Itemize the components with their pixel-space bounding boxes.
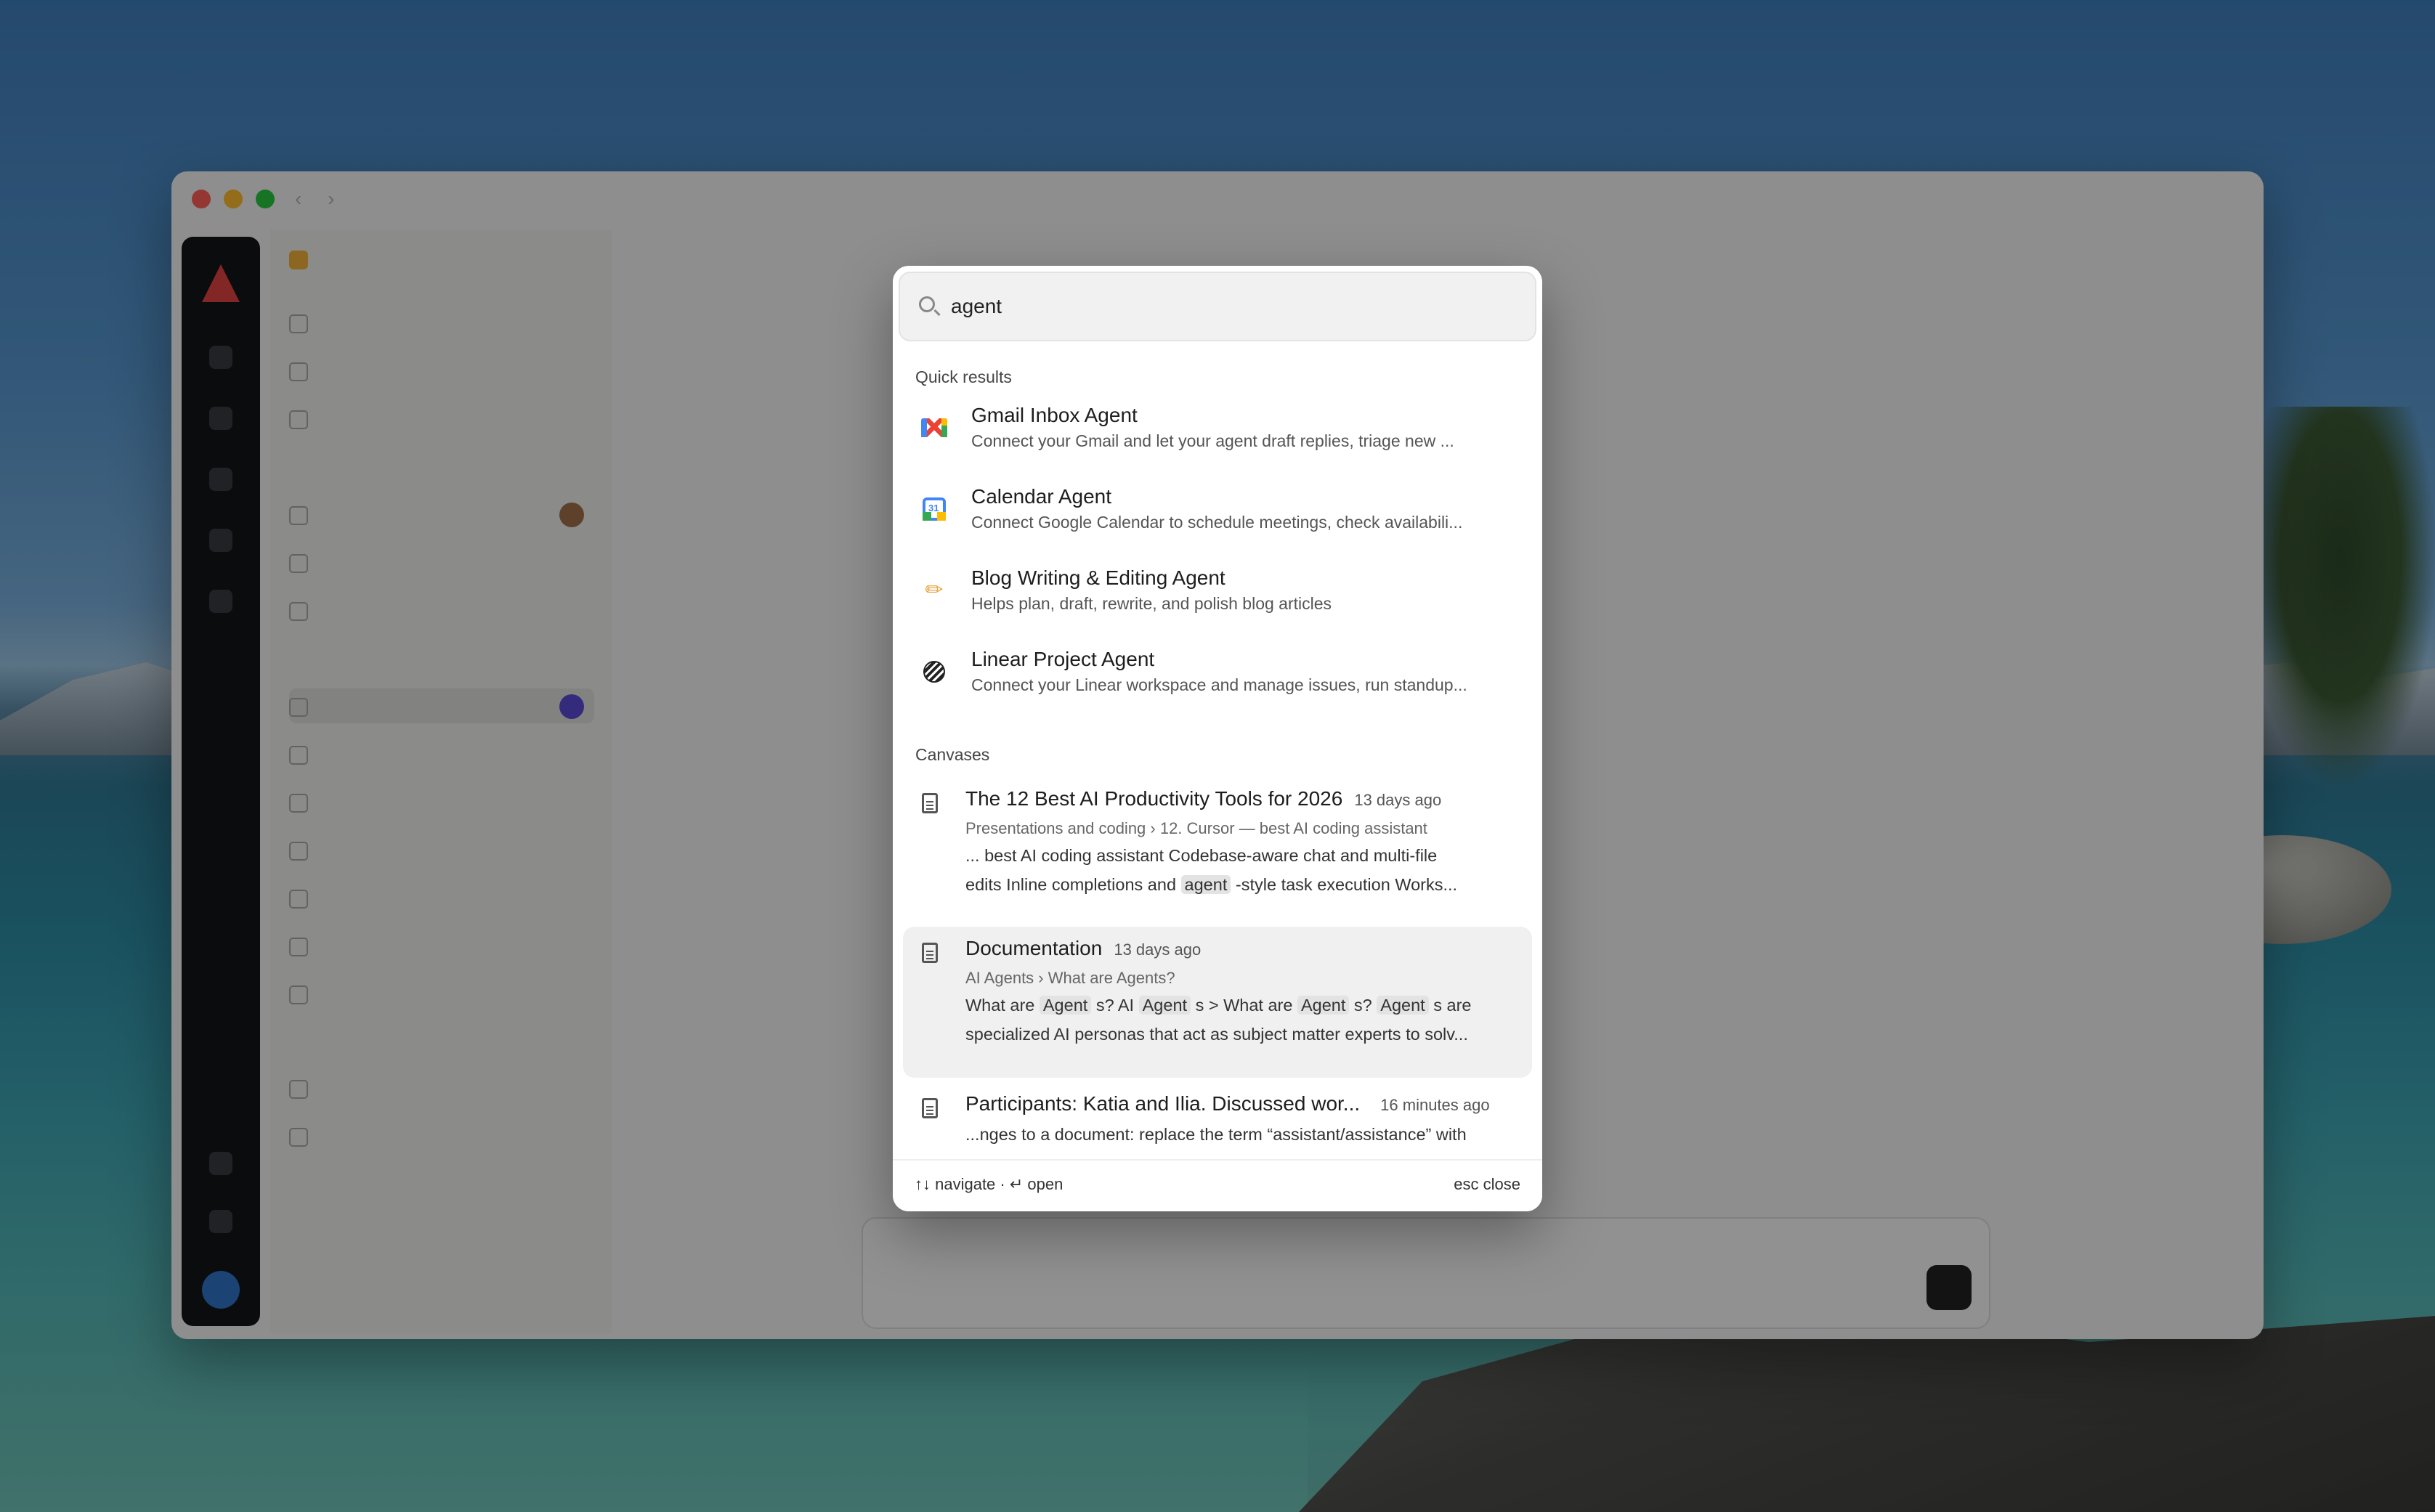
quick-result-gmail-agent[interactable]: Gmail Inbox Agent Connect your Gmail and…	[903, 395, 1532, 471]
search-highlight: agent	[1180, 875, 1231, 894]
canvas-snippet: specialized AI personas that act as subj…	[965, 1025, 1468, 1044]
canvas-snippet: ...nges to a document: replace the term …	[965, 1125, 1467, 1144]
canvas-timestamp: 16 minutes ago	[1380, 1096, 1490, 1114]
canvas-result-selected[interactable]: Documentation 13 days ago AI Agents › Wha…	[903, 927, 1532, 1078]
canvas-snippet: What are Agent s? AI Agent s > What are …	[965, 996, 1472, 1015]
palette-footer: ↑↓ navigate · ↵ open esc close	[893, 1159, 1542, 1211]
canvas-timestamp: 13 days ago	[1354, 791, 1442, 809]
canvas-timestamp: 13 days ago	[1114, 940, 1202, 959]
calendar-icon: 31	[920, 495, 948, 523]
search-palette: Quick results Gmail Inbox Agent Connect …	[893, 266, 1542, 1211]
quick-result-linear-agent[interactable]: Linear Project Agent Connect your Linear…	[903, 639, 1532, 715]
canvas-title: Participants: Katia and Ilia. Discussed …	[965, 1092, 1490, 1115]
canvas-title: The 12 Best AI Productivity Tools for 20…	[965, 787, 1442, 810]
keyboard-hints: ↑↓ navigate · ↵ open	[915, 1175, 1063, 1193]
linear-icon	[920, 658, 948, 686]
canvas-path: AI Agents › What are Agents?	[965, 969, 1175, 987]
esc-close-hint[interactable]: esc close	[1454, 1175, 1520, 1194]
search-icon	[919, 296, 935, 312]
quick-results-label: Quick results	[915, 367, 1012, 386]
quick-result-description: Connect your Linear workspace and manage…	[971, 675, 1467, 694]
search-highlight: Agent	[1039, 996, 1092, 1015]
search-box[interactable]	[899, 272, 1536, 341]
search-highlight: Agent	[1377, 996, 1429, 1015]
gmail-icon	[920, 414, 948, 442]
document-icon	[922, 793, 938, 813]
canvas-result[interactable]: Participants: Katia and Ilia. Discussed …	[903, 1082, 1532, 1155]
canvas-snippet: edits Inline completions and agent -styl…	[965, 875, 1458, 894]
canvas-result[interactable]: The 12 Best AI Productivity Tools for 20…	[903, 777, 1532, 922]
canvas-snippet: ... best AI coding assistant Codebase-aw…	[965, 846, 1438, 865]
search-highlight: Agent	[1297, 996, 1350, 1015]
pencil-icon: ✏	[925, 578, 944, 602]
quick-result-title: Gmail Inbox Agent	[971, 404, 1138, 426]
quick-result-title: Calendar Agent	[971, 485, 1112, 508]
canvases-label: Canvases	[915, 745, 990, 764]
document-icon	[922, 943, 938, 963]
quick-result-description: Connect Google Calendar to schedule meet…	[971, 513, 1463, 532]
quick-result-title: Blog Writing & Editing Agent	[971, 566, 1225, 589]
search-highlight: Agent	[1138, 996, 1191, 1015]
canvas-title: Documentation 13 days ago	[965, 937, 1202, 959]
quick-result-calendar-agent[interactable]: 31 Calendar Agent Connect Google Calenda…	[903, 476, 1532, 552]
quick-result-title: Linear Project Agent	[971, 648, 1155, 670]
quick-result-description: Helps plan, draft, rewrite, and polish b…	[971, 594, 1332, 613]
document-icon	[922, 1098, 938, 1118]
canvas-path: Presentations and coding › 12. Cursor — …	[965, 819, 1427, 837]
quick-result-blog-agent[interactable]: ✏ Blog Writing & Editing Agent Helps pla…	[903, 558, 1532, 633]
quick-result-description: Connect your Gmail and let your agent dr…	[971, 431, 1454, 450]
search-input[interactable]	[951, 292, 1518, 321]
